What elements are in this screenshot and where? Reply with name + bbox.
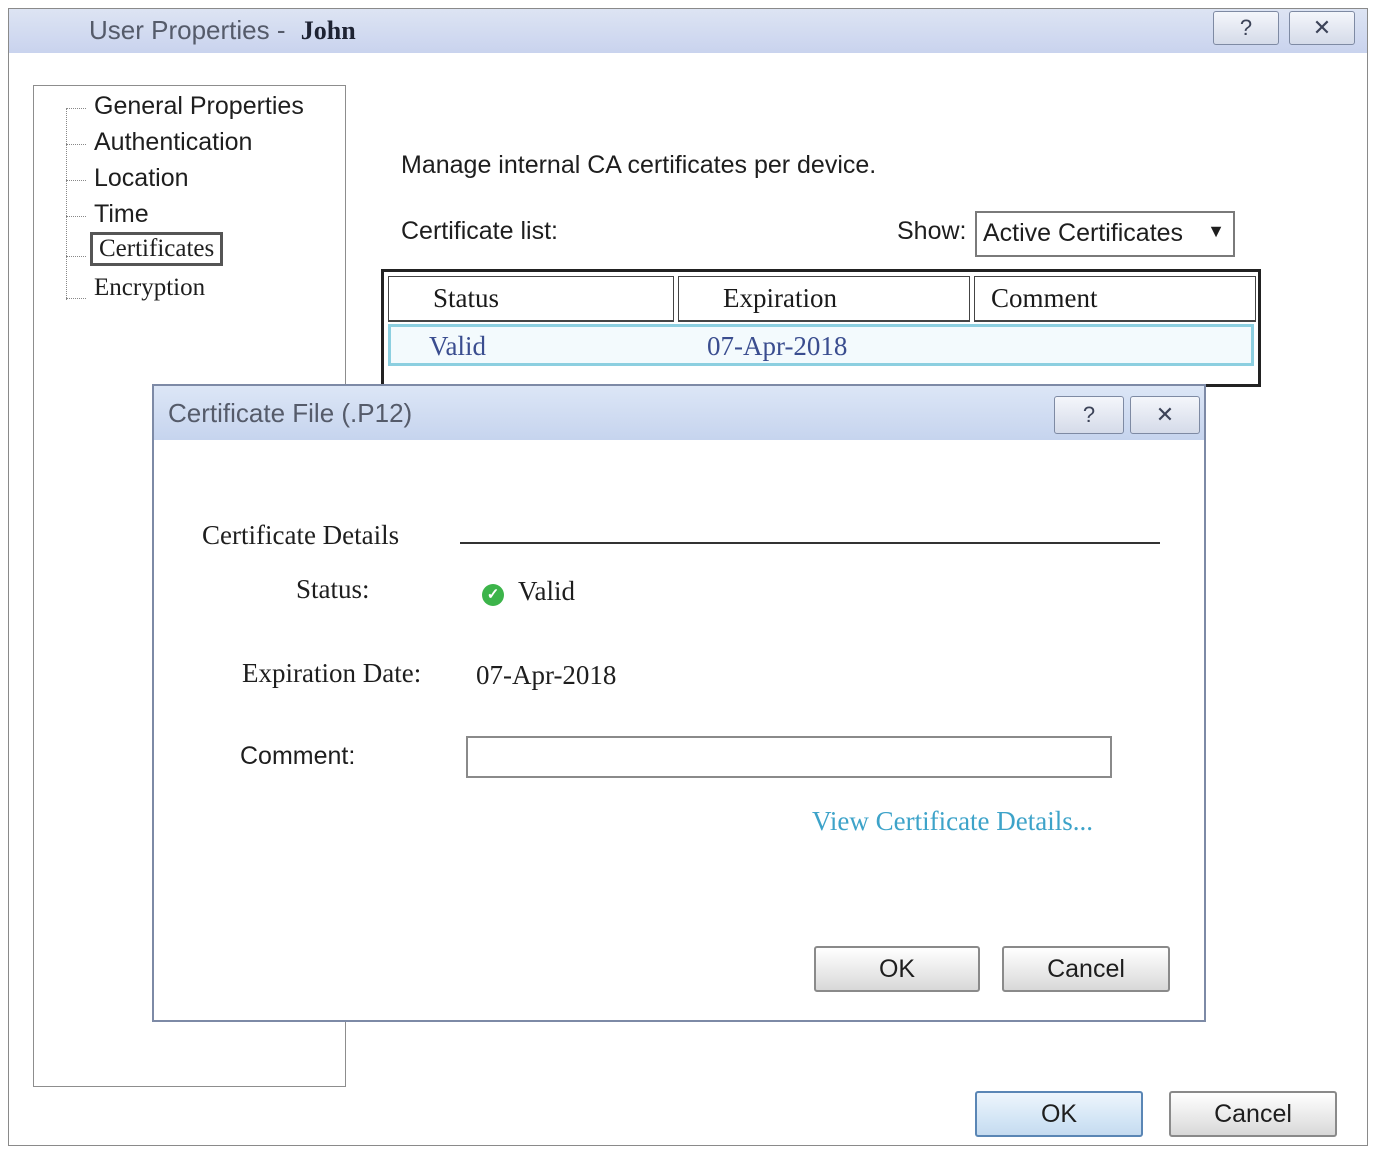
status-label: Status: [296, 574, 370, 604]
tree-connector [66, 256, 86, 257]
tree-connector [66, 144, 86, 145]
close-icon: ✕ [1312, 15, 1332, 40]
row-status: Valid [429, 331, 486, 361]
close-button[interactable]: ✕ [1289, 11, 1355, 45]
tree-item-certificates[interactable]: Certificates [90, 232, 224, 266]
help-button[interactable]: ? [1213, 11, 1279, 45]
dialog-title: Certificate File (.P12) [168, 398, 413, 428]
tree-connector [66, 180, 86, 181]
tree-item-encryption[interactable]: Encryption [94, 274, 205, 302]
tree-spine [66, 108, 67, 300]
view-certificate-details-link[interactable]: View Certificate Details... [812, 806, 1093, 837]
chevron-down-icon: ▼ [1207, 221, 1225, 241]
dialog-help-button[interactable]: ? [1054, 396, 1124, 434]
tree-item-time[interactable]: Time [94, 200, 149, 229]
column-header-status[interactable]: Status [388, 276, 674, 322]
column-header-expiration[interactable]: Expiration [678, 276, 970, 322]
section-title: Certificate Details [202, 520, 400, 550]
dialog-title-bar: Certificate File (.P12) ? ✕ [154, 386, 1204, 440]
status-value: Valid [518, 576, 575, 606]
intro-text: Manage internal CA certificates per devi… [401, 151, 877, 179]
tree-item-general-properties[interactable]: General Properties [94, 92, 304, 121]
certificate-table: Status Expiration Comment Valid 07-Apr-2… [381, 269, 1261, 387]
close-icon: ✕ [1155, 402, 1175, 427]
question-mark-icon: ? [1239, 15, 1253, 40]
certificate-list-label: Certificate list: [401, 217, 558, 245]
section-divider [460, 542, 1160, 544]
tree-connector [66, 108, 86, 109]
question-mark-icon: ? [1082, 402, 1096, 427]
tree-item-location[interactable]: Location [94, 164, 189, 193]
tree-connector [66, 216, 86, 217]
tree-item-authentication[interactable]: Authentication [94, 128, 252, 157]
show-filter-select[interactable]: Active Certificates ▼ [975, 211, 1235, 257]
dialog-cancel-button[interactable]: Cancel [1002, 946, 1170, 992]
table-row[interactable]: Valid 07-Apr-2018 [388, 324, 1254, 366]
tree-connector [66, 298, 86, 299]
cancel-button[interactable]: Cancel [1169, 1091, 1337, 1137]
show-label: Show: [897, 217, 967, 245]
ok-button[interactable]: OK [975, 1091, 1143, 1137]
comment-field[interactable] [466, 736, 1112, 778]
check-circle-icon: ✓ [482, 584, 504, 606]
certificate-file-dialog: Certificate File (.P12) ? ✕ Certificate … [152, 384, 1206, 1022]
comment-label: Comment: [240, 742, 356, 770]
window-title-prefix: User Properties - [89, 15, 293, 45]
window-title: User Properties - John [89, 15, 356, 46]
title-bar: User Properties - John ? ✕ [9, 9, 1367, 53]
row-expiration: 07-Apr-2018 [707, 331, 848, 361]
expiration-date-label: Expiration Date: [242, 658, 422, 688]
show-filter-value: Active Certificates [983, 219, 1184, 247]
column-header-comment[interactable]: Comment [974, 276, 1256, 322]
expiration-date-value: 07-Apr-2018 [476, 660, 617, 690]
window-title-user: John [300, 16, 356, 45]
dialog-close-button[interactable]: ✕ [1130, 396, 1200, 434]
dialog-ok-button[interactable]: OK [814, 946, 980, 992]
